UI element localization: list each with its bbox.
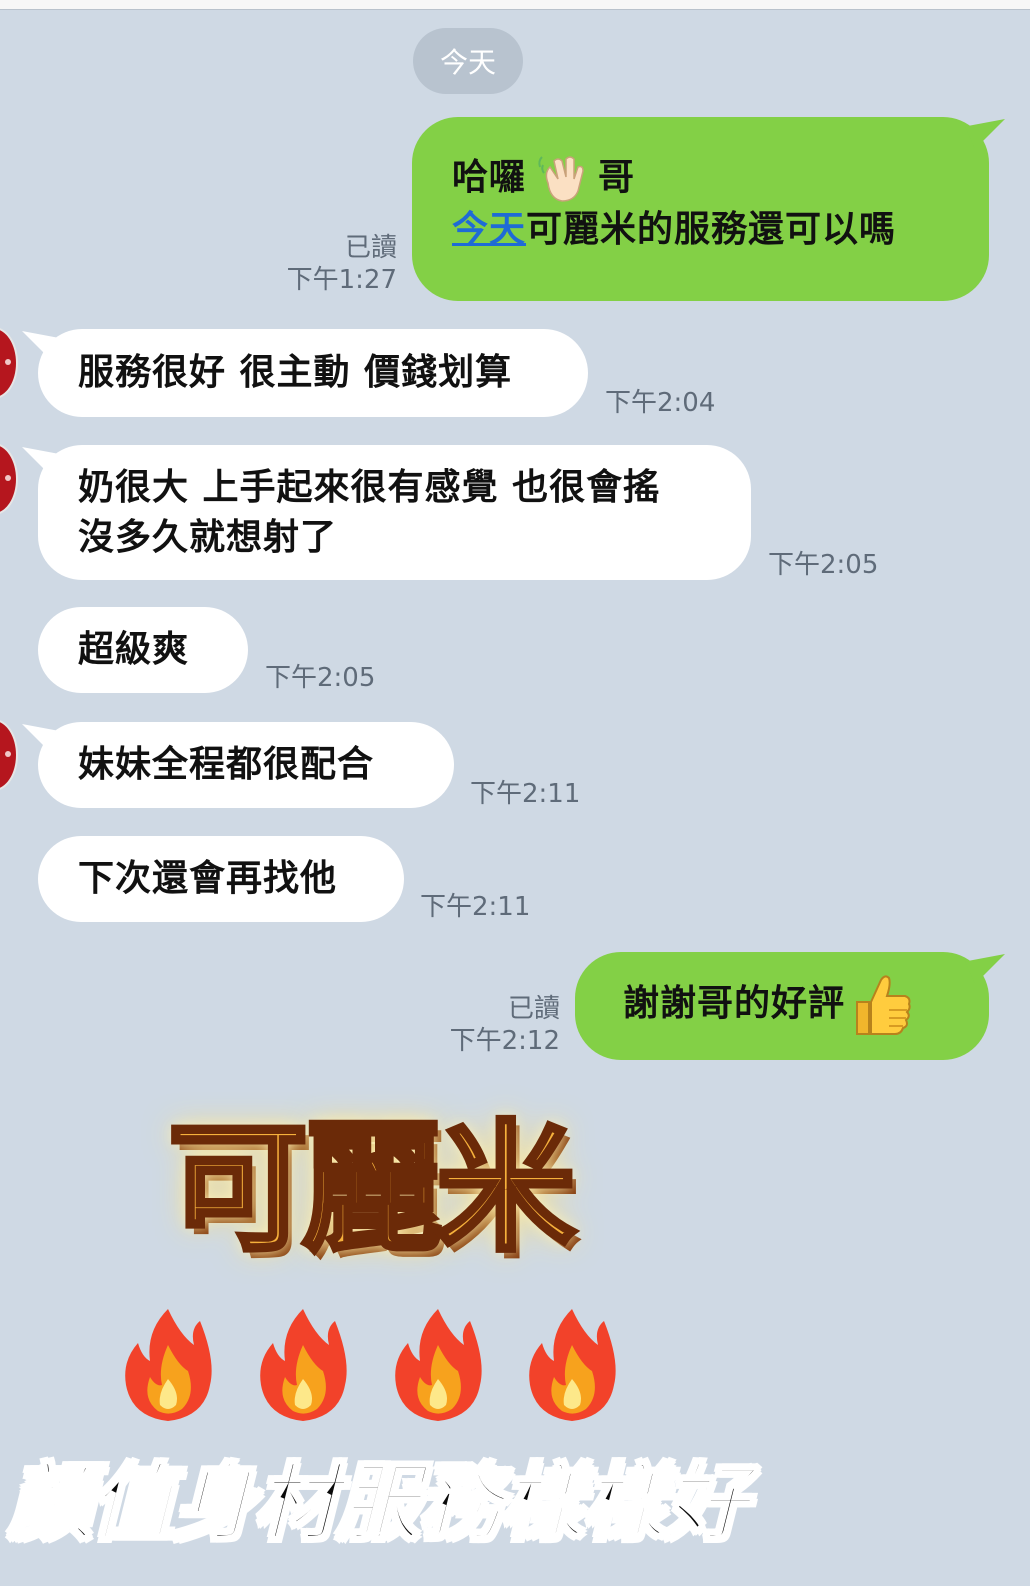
outgoing-message[interactable]: 哈囉 哥 今天可麗米的服務還可以嗎 xyxy=(412,117,1005,301)
incoming-message[interactable]: 下次還會再找他 xyxy=(38,836,404,922)
read-receipt: 已讀 xyxy=(344,233,397,263)
flame-row xyxy=(120,1305,640,1435)
message-text: 服務很好 很主動 價錢划算 xyxy=(78,352,513,393)
read-receipt: 已讀 xyxy=(507,994,560,1024)
avatar[interactable] xyxy=(0,719,18,791)
incoming-message[interactable]: 奶很大 上手起來很有感覺 也很會搖 沒多久就想射了 xyxy=(22,445,751,580)
incoming-message[interactable]: 妹妹全程都很配合 xyxy=(22,722,454,808)
waving-hand-icon xyxy=(536,153,588,205)
fire-icon xyxy=(120,1305,216,1425)
date-divider: 今天 xyxy=(413,28,523,94)
message-status: 已讀 下午1:27 xyxy=(250,232,397,296)
top-border xyxy=(0,0,1030,10)
promo-slogan: 顏值身材服務樣樣好 xyxy=(7,1453,750,1554)
message-status: 已讀 下午2:12 xyxy=(420,993,560,1057)
message-time: 下午1:27 xyxy=(286,265,397,295)
message-time: 下午2:11 xyxy=(470,779,581,809)
message-line-2: 今天可麗米的服務還可以嗎 xyxy=(452,205,896,255)
message-line-1: 奶很大 上手起來很有感覺 也很會搖 xyxy=(78,467,661,508)
fire-icon xyxy=(524,1305,620,1425)
message-text: 下次還會再找他 xyxy=(78,858,338,899)
message-time: 下午2:05 xyxy=(265,663,376,693)
fire-icon xyxy=(255,1305,351,1425)
message-line-1: 哈囉 哥 xyxy=(452,153,635,205)
greeting-text: 哈囉 xyxy=(452,157,527,198)
thumbs-up-icon xyxy=(851,972,913,1038)
greeting-suffix: 哥 xyxy=(598,157,636,198)
fire-icon xyxy=(390,1305,486,1425)
message-text-row: 謝謝哥的好評 xyxy=(623,972,913,1038)
incoming-message[interactable]: 超級爽 xyxy=(38,607,248,693)
bubble-tail xyxy=(965,119,1005,149)
bubble-tail xyxy=(22,447,62,477)
brand-title: 可麗米 xyxy=(166,1106,579,1274)
outgoing-message[interactable]: 謝謝哥的好評 xyxy=(575,952,1005,1060)
message-text: 妹妹全程都很配合 xyxy=(78,744,375,785)
message-time: 下午2:04 xyxy=(605,388,716,418)
avatar[interactable] xyxy=(0,327,18,399)
incoming-message[interactable]: 服務很好 很主動 價錢划算 xyxy=(22,329,588,417)
question-text: 可麗米的服務還可以嗎 xyxy=(526,209,897,250)
bubble-tail xyxy=(22,724,62,754)
message-text: 超級爽 xyxy=(78,629,190,670)
date-link[interactable]: 今天 xyxy=(452,209,526,250)
avatar[interactable] xyxy=(0,443,18,515)
bubble-tail xyxy=(22,331,62,361)
bubble-tail xyxy=(965,954,1005,984)
message-line-2: 沒多久就想射了 xyxy=(78,517,338,558)
message-time: 下午2:11 xyxy=(420,892,531,922)
message-text: 謝謝哥的好評 xyxy=(623,983,846,1024)
message-time: 下午2:12 xyxy=(449,1026,560,1056)
message-time: 下午2:05 xyxy=(768,550,879,580)
